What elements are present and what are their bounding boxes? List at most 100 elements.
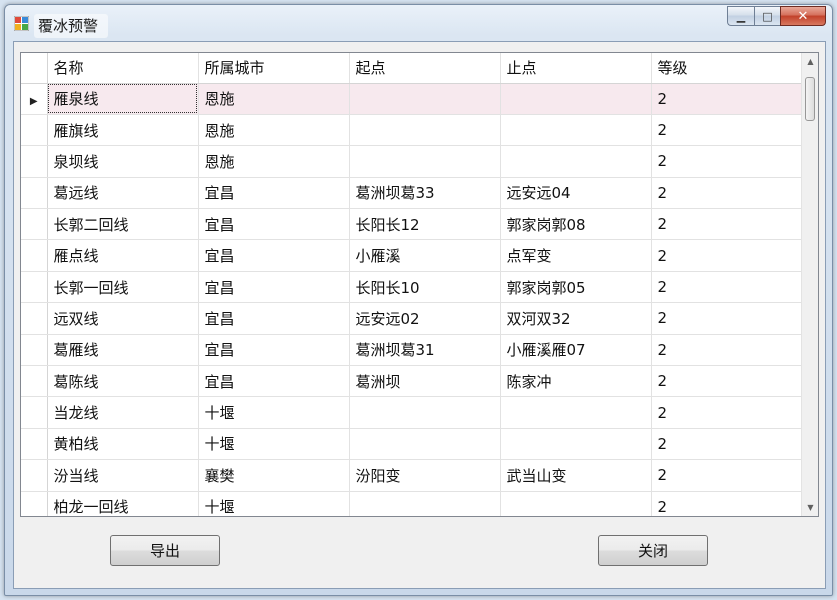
- row-header-cell[interactable]: [21, 177, 48, 210]
- table-row[interactable]: 泉坝线 恩施 2: [21, 145, 803, 178]
- cell-level[interactable]: 2: [651, 208, 803, 241]
- cell-start[interactable]: 葛洲坝葛33: [349, 177, 501, 210]
- cell-start[interactable]: 长阳长12: [349, 208, 501, 241]
- cell-city[interactable]: 宜昌: [198, 208, 350, 241]
- cell-name[interactable]: 当龙线: [47, 396, 199, 429]
- row-header-cell[interactable]: [21, 365, 48, 398]
- table-row[interactable]: 葛陈线 宜昌 葛洲坝 陈家冲 2: [21, 365, 803, 398]
- cell-city[interactable]: 宜昌: [198, 334, 350, 367]
- row-header-cell[interactable]: [21, 334, 48, 367]
- cell-name[interactable]: 汾当线: [47, 459, 199, 492]
- cell-end[interactable]: 小雁溪雁07: [500, 334, 652, 367]
- cell-city[interactable]: 恩施: [198, 145, 350, 178]
- cell-end[interactable]: 陈家冲: [500, 365, 652, 398]
- cell-city[interactable]: 恩施: [198, 114, 350, 147]
- cell-name[interactable]: 雁泉线: [47, 83, 199, 115]
- row-header-cell[interactable]: [21, 239, 48, 272]
- cell-start[interactable]: [349, 491, 501, 516]
- cell-level[interactable]: 2: [651, 428, 803, 461]
- cell-name[interactable]: 黄柏线: [47, 428, 199, 461]
- title-bar[interactable]: 覆冰预警 ▁ □ ✕: [5, 5, 832, 39]
- maximize-button[interactable]: □: [754, 6, 780, 26]
- cell-end[interactable]: 远安远04: [500, 177, 652, 210]
- table-row[interactable]: 汾当线 襄樊 汾阳变 武当山变 2: [21, 459, 803, 492]
- cell-start[interactable]: 汾阳变: [349, 459, 501, 492]
- scroll-thumb[interactable]: [805, 77, 815, 121]
- cell-start[interactable]: 小雁溪: [349, 239, 501, 272]
- cell-end[interactable]: [500, 491, 652, 516]
- row-header-cell[interactable]: [21, 208, 48, 241]
- row-header-cell[interactable]: [21, 459, 48, 492]
- cell-end[interactable]: 武当山变: [500, 459, 652, 492]
- row-header-cell[interactable]: ▶: [21, 83, 48, 115]
- row-header-cell[interactable]: [21, 114, 48, 147]
- cell-name[interactable]: 葛远线: [47, 177, 199, 210]
- cell-city[interactable]: 十堰: [198, 396, 350, 429]
- cell-end[interactable]: 郭家岗郭05: [500, 271, 652, 304]
- cell-end[interactable]: [500, 83, 652, 115]
- cell-name[interactable]: 雁旗线: [47, 114, 199, 147]
- table-row[interactable]: 远双线 宜昌 远安远02 双河双32 2: [21, 302, 803, 335]
- table-row[interactable]: 当龙线 十堰 2: [21, 396, 803, 429]
- close-window-button[interactable]: ✕: [780, 6, 826, 26]
- close-button[interactable]: 关闭: [598, 535, 708, 566]
- cell-city[interactable]: 十堰: [198, 491, 350, 516]
- cell-start[interactable]: [349, 396, 501, 429]
- cell-level[interactable]: 2: [651, 365, 803, 398]
- vertical-scrollbar[interactable]: ▲ ▼: [801, 53, 818, 516]
- cell-start[interactable]: [349, 114, 501, 147]
- cell-start[interactable]: 长阳长10: [349, 271, 501, 304]
- cell-start[interactable]: [349, 428, 501, 461]
- row-header-cell[interactable]: [21, 491, 48, 516]
- cell-level[interactable]: 2: [651, 177, 803, 210]
- column-header-city[interactable]: 所属城市: [198, 53, 350, 84]
- cell-name[interactable]: 葛雁线: [47, 334, 199, 367]
- cell-level[interactable]: 2: [651, 302, 803, 335]
- cell-end[interactable]: [500, 114, 652, 147]
- cell-end[interactable]: [500, 145, 652, 178]
- row-header-cell[interactable]: [21, 145, 48, 178]
- cell-name[interactable]: 长郭一回线: [47, 271, 199, 304]
- cell-end[interactable]: 郭家岗郭08: [500, 208, 652, 241]
- cell-name[interactable]: 长郭二回线: [47, 208, 199, 241]
- column-header-end[interactable]: 止点: [500, 53, 652, 84]
- cell-city[interactable]: 襄樊: [198, 459, 350, 492]
- cell-name[interactable]: 柏龙一回线: [47, 491, 199, 516]
- cell-level[interactable]: 2: [651, 459, 803, 492]
- table-row[interactable]: 葛远线 宜昌 葛洲坝葛33 远安远04 2: [21, 177, 803, 210]
- cell-level[interactable]: 2: [651, 396, 803, 429]
- minimize-button[interactable]: ▁: [727, 6, 754, 26]
- cell-end[interactable]: [500, 428, 652, 461]
- column-header-start[interactable]: 起点: [349, 53, 501, 84]
- cell-city[interactable]: 宜昌: [198, 271, 350, 304]
- cell-name[interactable]: 雁点线: [47, 239, 199, 272]
- cell-city[interactable]: 宜昌: [198, 177, 350, 210]
- cell-start[interactable]: [349, 83, 501, 115]
- table-row[interactable]: ▶ 雁泉线 恩施 2: [21, 83, 803, 115]
- scroll-down-arrow-icon[interactable]: ▼: [802, 499, 818, 516]
- cell-end[interactable]: [500, 396, 652, 429]
- table-row[interactable]: 雁旗线 恩施 2: [21, 114, 803, 147]
- cell-end[interactable]: 点军变: [500, 239, 652, 272]
- row-header-cell[interactable]: [21, 302, 48, 335]
- table-row[interactable]: 黄柏线 十堰 2: [21, 428, 803, 461]
- table-row[interactable]: 长郭一回线 宜昌 长阳长10 郭家岗郭05 2: [21, 271, 803, 304]
- cell-end[interactable]: 双河双32: [500, 302, 652, 335]
- row-header-cell[interactable]: [21, 396, 48, 429]
- cell-level[interactable]: 2: [651, 239, 803, 272]
- table-row[interactable]: 雁点线 宜昌 小雁溪 点军变 2: [21, 239, 803, 272]
- table-row[interactable]: 长郭二回线 宜昌 长阳长12 郭家岗郭08 2: [21, 208, 803, 241]
- corner-header-cell[interactable]: [21, 53, 48, 84]
- scroll-up-arrow-icon[interactable]: ▲: [802, 53, 818, 70]
- cell-level[interactable]: 2: [651, 491, 803, 516]
- column-header-level[interactable]: 等级: [651, 53, 803, 84]
- export-button[interactable]: 导出: [110, 535, 220, 566]
- cell-name[interactable]: 葛陈线: [47, 365, 199, 398]
- cell-level[interactable]: 2: [651, 83, 803, 115]
- cell-city[interactable]: 宜昌: [198, 302, 350, 335]
- cell-city[interactable]: 宜昌: [198, 365, 350, 398]
- cell-start[interactable]: [349, 145, 501, 178]
- cell-start[interactable]: 葛洲坝: [349, 365, 501, 398]
- cell-start[interactable]: 远安远02: [349, 302, 501, 335]
- cell-level[interactable]: 2: [651, 145, 803, 178]
